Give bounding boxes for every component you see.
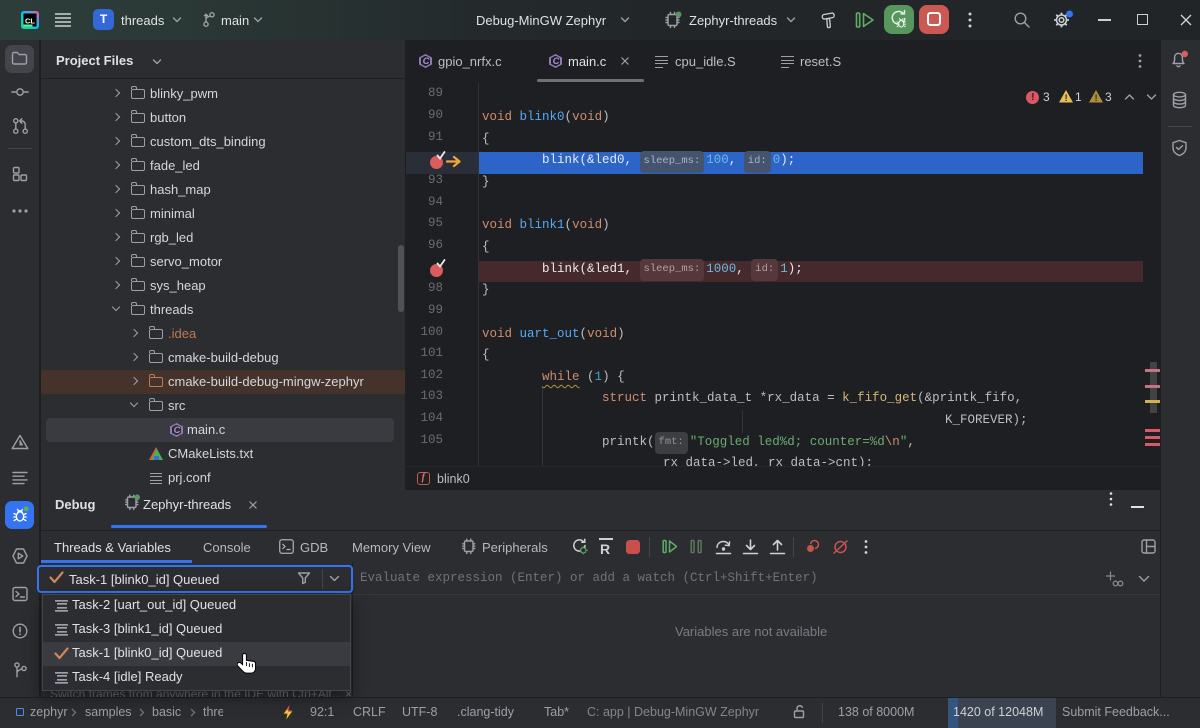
svg-text:CL: CL	[25, 17, 35, 26]
